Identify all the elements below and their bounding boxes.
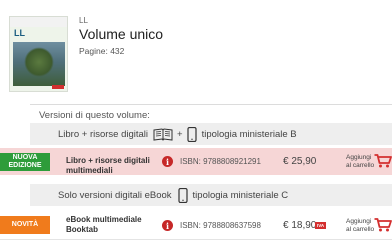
group-header-digital-only: Solo versioni digitali eBook tipologia m… — [30, 184, 392, 206]
product-price: € 25,90 — [283, 156, 317, 167]
book-cover[interactable]: LL — [9, 16, 68, 92]
add-to-cart-label[interactable]: Aggiungi al carrello — [346, 218, 376, 234]
group-header-print-digital: Libro + risorse digitali + tipologia min… — [30, 123, 392, 145]
cart-icon[interactable] — [374, 153, 392, 169]
book-code: LL — [79, 16, 88, 25]
cover-title: LL — [14, 28, 25, 38]
product-price: € 18,90 — [283, 220, 317, 231]
open-book-icon — [153, 127, 173, 141]
product-name[interactable]: eBook multimediale Booktab — [66, 215, 158, 235]
versions-label: Versioni di questo volume: — [39, 110, 150, 121]
cover-band — [10, 17, 67, 27]
info-icon[interactable]: i — [162, 156, 173, 167]
new-edition-badge: NUOVA EDIZIONE — [0, 153, 50, 171]
product-row[interactable]: NUOVA EDIZIONE Libro + risorse digitali … — [0, 148, 392, 175]
publisher-logo — [52, 85, 64, 89]
product-name[interactable]: Libro + risorse digitali multimediali — [66, 156, 158, 176]
cart-icon[interactable] — [374, 217, 392, 233]
add-to-cart-label[interactable]: Aggiungi al carrello — [346, 154, 376, 170]
plus-sign: + — [177, 128, 183, 140]
info-icon[interactable]: i — [162, 220, 173, 231]
group-title-left: Libro + risorse digitali — [58, 128, 149, 140]
tablet-icon — [186, 126, 197, 142]
group-title-left: Solo versioni digitali eBook — [58, 189, 172, 201]
group-title-right: tipologia ministeriale C — [192, 189, 289, 201]
new-badge: NOVITÀ — [0, 216, 50, 234]
cover-tree-illustration — [24, 47, 54, 77]
product-isbn: ISBN: 9788808921291 — [180, 157, 261, 166]
product-isbn: ISBN: 9788808637598 — [180, 221, 261, 230]
tablet-icon — [177, 187, 188, 203]
product-row[interactable]: NOVITÀ eBook multimediale Booktab i ISBN… — [0, 210, 392, 240]
book-title: Volume unico — [79, 26, 164, 42]
divider — [30, 104, 392, 105]
book-pages: Pagine: 432 — [79, 46, 125, 56]
iva-badge: IVA — [315, 222, 327, 229]
group-title-right: tipologia ministeriale B — [201, 128, 297, 140]
